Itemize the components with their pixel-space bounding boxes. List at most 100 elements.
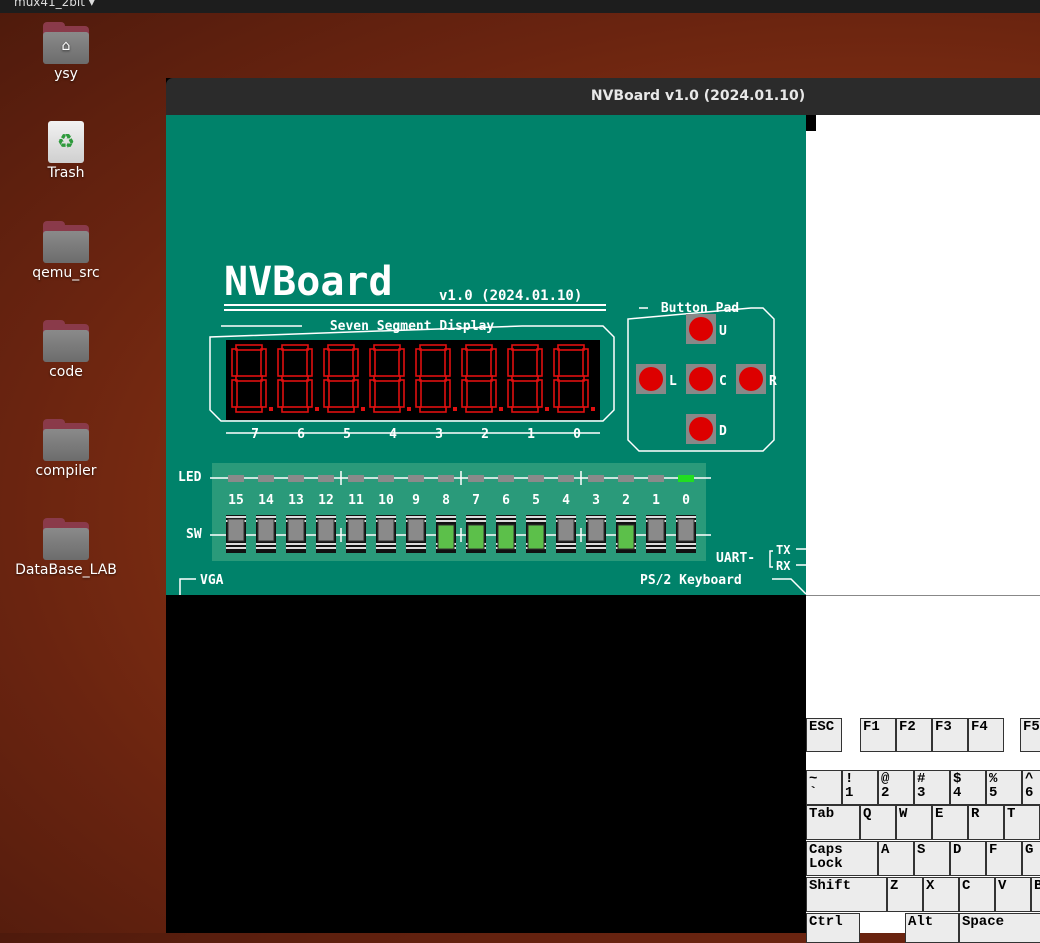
folder-icon — [43, 419, 89, 461]
board-diagram: NVBoard v1.0 (2024.01.10) Seven Segment … — [178, 259, 806, 595]
switch-13[interactable] — [286, 515, 306, 553]
switch-1[interactable] — [646, 515, 666, 553]
bit-number-label: 7 — [472, 493, 480, 508]
top-bar: mux41_2bit ▾ — [0, 0, 1040, 13]
desktop-icon-compiler[interactable]: compiler — [11, 419, 121, 479]
switch-2[interactable] — [616, 515, 636, 553]
desktop-icon-trash[interactable]: ♻ Trash — [11, 121, 121, 181]
bit-number-label: 12 — [318, 493, 334, 508]
key-q[interactable]: Q — [860, 805, 896, 840]
button-pad-title: Button Pad — [661, 301, 739, 316]
ps2-keyboard: ESC F1 F2 F3 F4 F5 ~ ` ! 1 @ 2 # 3 $ 4 %… — [806, 595, 1040, 943]
key-6[interactable]: ^ 6 — [1022, 770, 1040, 805]
switch-7[interactable] — [466, 515, 486, 553]
button-left-label: L — [669, 374, 677, 389]
led-4 — [558, 475, 574, 482]
switch-3[interactable] — [586, 515, 606, 553]
uart-label: UART- — [716, 551, 755, 566]
desktop-icon-code[interactable]: code — [11, 320, 121, 380]
key-f2[interactable]: F2 — [896, 718, 932, 752]
button-up[interactable] — [686, 314, 716, 344]
seven-seg-dot — [407, 407, 411, 411]
seven-seg-digit-label: 2 — [481, 427, 489, 442]
switch-5[interactable] — [526, 515, 546, 553]
button-right[interactable] — [736, 364, 766, 394]
uart-rx-label: RX — [776, 559, 791, 573]
window-titlebar[interactable]: NVBoard v1.0 (2024.01.10) — [166, 78, 1040, 115]
key-v[interactable]: V — [995, 877, 1031, 912]
key-alt[interactable]: Alt — [905, 913, 959, 943]
board-version: v1.0 (2024.01.10) — [439, 288, 582, 304]
seven-seg-title: Seven Segment Display — [330, 319, 495, 334]
folder-icon — [43, 518, 89, 560]
home-folder-icon: ⌂ — [43, 22, 89, 64]
led-10 — [378, 475, 394, 482]
key-r[interactable]: R — [968, 805, 1004, 840]
key-3[interactable]: # 3 — [914, 770, 950, 805]
key-a[interactable]: A — [878, 841, 914, 876]
switch-6[interactable] — [496, 515, 516, 553]
seven-seg-dot — [591, 407, 595, 411]
key-z[interactable]: Z — [887, 877, 923, 912]
bit-number-label: 11 — [348, 493, 364, 508]
key-g[interactable]: G — [1022, 841, 1040, 876]
led-1 — [648, 475, 664, 482]
nvboard-window: NVBoard v1.0 (2024.01.10) NVBoard v1.0 (… — [166, 78, 1040, 943]
key-f1[interactable]: F1 — [860, 718, 896, 752]
button-down[interactable] — [686, 414, 716, 444]
key-ctrl[interactable]: Ctrl — [806, 913, 860, 943]
button-left[interactable] — [636, 364, 666, 394]
bit-number-label: 4 — [562, 493, 570, 508]
led-8 — [438, 475, 454, 482]
switch-12[interactable] — [316, 515, 336, 553]
button-center-label: C — [719, 374, 727, 389]
key-x[interactable]: X — [923, 877, 959, 912]
bit-number-label: 9 — [412, 493, 420, 508]
key-1[interactable]: ! 1 — [842, 770, 878, 805]
switch-4[interactable] — [556, 515, 576, 553]
app-menu[interactable]: mux41_2bit ▾ — [14, 0, 95, 9]
switch-9[interactable] — [406, 515, 426, 553]
seven-seg-dot — [315, 407, 319, 411]
key-shift[interactable]: Shift — [806, 877, 887, 912]
bit-number-label: 13 — [288, 493, 304, 508]
led-9 — [408, 475, 424, 482]
seven-seg-dot — [499, 407, 503, 411]
key-f[interactable]: F — [986, 841, 1022, 876]
switch-8[interactable] — [436, 515, 456, 553]
key-d[interactable]: D — [950, 841, 986, 876]
key-caps-lock[interactable]: Caps Lock — [806, 841, 878, 876]
key-5[interactable]: % 5 — [986, 770, 1022, 805]
bit-number-label: 10 — [378, 493, 394, 508]
switch-0[interactable] — [676, 515, 696, 553]
key-2[interactable]: @ 2 — [878, 770, 914, 805]
key-s[interactable]: S — [914, 841, 950, 876]
desktop-icon-database-lab[interactable]: DataBase_LAB — [11, 518, 121, 578]
key-e[interactable]: E — [932, 805, 968, 840]
key-f4[interactable]: F4 — [968, 718, 1004, 752]
key-c[interactable]: C — [959, 877, 995, 912]
key-w[interactable]: W — [896, 805, 932, 840]
key-b[interactable]: B — [1031, 877, 1040, 912]
bit-number-label: 6 — [502, 493, 510, 508]
key-f3[interactable]: F3 — [932, 718, 968, 752]
desktop-icon-qemu-src[interactable]: qemu_src — [11, 221, 121, 281]
switch-11[interactable] — [346, 515, 366, 553]
switch-15[interactable] — [226, 515, 246, 553]
key-esc[interactable]: ESC — [806, 718, 842, 752]
vga-screen — [166, 595, 806, 933]
switch-14[interactable] — [256, 515, 276, 553]
uart-terminal-panel[interactable] — [806, 115, 1040, 595]
led-14 — [258, 475, 274, 482]
key-space[interactable]: Space — [959, 913, 1040, 943]
led-0 — [678, 475, 694, 482]
desktop-icon-label: DataBase_LAB — [15, 562, 117, 578]
key-t[interactable]: T — [1004, 805, 1040, 840]
button-center[interactable] — [686, 364, 716, 394]
key-tab[interactable]: Tab — [806, 805, 860, 840]
key-f5[interactable]: F5 — [1020, 718, 1040, 752]
key-4[interactable]: $ 4 — [950, 770, 986, 805]
desktop-icon-ysy[interactable]: ⌂ ysy — [11, 22, 121, 82]
switch-10[interactable] — [376, 515, 396, 553]
key-tilde[interactable]: ~ ` — [806, 770, 842, 805]
